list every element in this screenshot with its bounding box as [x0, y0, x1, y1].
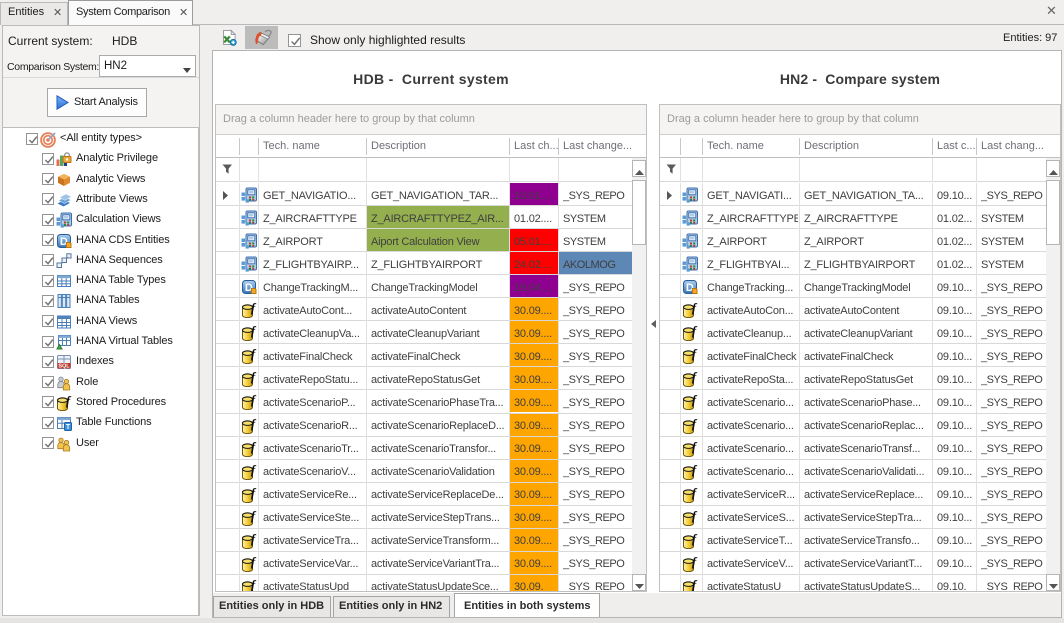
svg-text:T: T: [66, 424, 71, 431]
svg-text:f: f: [251, 371, 257, 384]
svg-text:f: f: [251, 510, 257, 523]
svg-text:f: f: [251, 441, 257, 454]
svg-text:f: f: [692, 302, 698, 315]
svg-text:f: f: [251, 348, 257, 361]
svg-text:f: f: [692, 371, 698, 384]
svg-text:f: f: [692, 441, 698, 454]
svg-text:f: f: [251, 579, 257, 592]
svg-text:f: f: [251, 394, 257, 407]
svg-text:f: f: [251, 418, 257, 431]
svg-text:f: f: [251, 487, 257, 500]
svg-text:f: f: [251, 533, 257, 546]
svg-text:f: f: [692, 579, 698, 592]
svg-text:f: f: [251, 556, 257, 569]
svg-text:SQL: SQL: [58, 364, 70, 370]
svg-text:f: f: [251, 464, 257, 477]
svg-text:f: f: [692, 394, 698, 407]
svg-text:f: f: [692, 556, 698, 569]
svg-text:f: f: [692, 464, 698, 477]
svg-text:f: f: [251, 325, 257, 338]
svg-text:f: f: [692, 487, 698, 500]
svg-text:f: f: [692, 418, 698, 431]
svg-text:f: f: [66, 395, 72, 408]
svg-text:f: f: [692, 325, 698, 338]
svg-text:f: f: [692, 510, 698, 523]
svg-text:f: f: [692, 533, 698, 546]
svg-text:f: f: [251, 302, 257, 315]
svg-text:f: f: [692, 348, 698, 361]
